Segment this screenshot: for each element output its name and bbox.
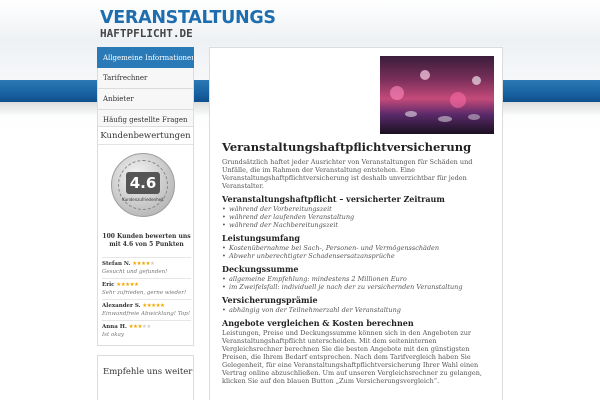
list-item: während der Nachbereitungszeit <box>222 221 494 229</box>
list-item: allgemeine Empfehlung: mindestens 2 Mill… <box>222 275 494 283</box>
seal-score: 4.6 <box>126 172 160 194</box>
review-item: Eric ★★★★★ Sehr zufrieden, gerne wieder! <box>102 278 191 297</box>
section-heading: Veranstaltungshaftpflicht – versicherter… <box>222 194 445 204</box>
review-stars: ★★★★★ <box>116 282 139 288</box>
seal-text: Kundenzufriedenheit <box>122 197 164 202</box>
review-item: Alexander S. ★★★★★ Einwandfreie Abwicklu… <box>102 299 191 318</box>
review-quote: Gesucht und gefunden! <box>102 269 168 275</box>
logo-line-2: HAFTPFLICHT.DE <box>100 27 193 40</box>
recommend-title: Empfehle uns weiter <box>103 367 193 377</box>
review-stars: ★★★★★ <box>132 261 155 267</box>
section-heading: Deckungssumme <box>222 264 299 274</box>
nav-item-allgemeine-informationen[interactable]: Allgemeine Informationen <box>97 47 194 68</box>
page-title: Veranstaltungshaftpflichtversicherung <box>222 140 472 154</box>
section-heading: Leistungsumfang <box>222 233 300 243</box>
review-item: Stefan N. ★★★★★ Gesucht und gefunden! <box>102 257 191 276</box>
list-item: Abwehr unberechtigter Schadensersatzansp… <box>222 252 494 260</box>
list-item: abhängig von der Teilnehmerzahl der Vera… <box>222 306 494 314</box>
section-heading: Angebote vergleichen & Kosten berechnen <box>222 318 414 328</box>
star-icon: ★ <box>149 261 155 267</box>
section-list: während der Vorbereitungszeit während de… <box>222 205 494 229</box>
reviews-box: Kundenbewertungen 4.6 Kundenzufriedenhei… <box>97 126 194 346</box>
review-quote: Einwandfreie Abwicklung! Top! <box>102 311 191 317</box>
comparison-paragraph: Leistungen, Preise und Deckungssumme kön… <box>222 329 483 385</box>
recommend-box: Empfehle uns weiter <box>97 355 194 400</box>
section-heading: Versicherungsprämie <box>222 295 318 305</box>
reviews-title: Kundenbewertungen <box>98 127 193 145</box>
review-stars: ★★★★★ <box>129 324 152 330</box>
sidebar-nav: Allgemeine Informationen Tarifrechner An… <box>97 47 194 131</box>
rating-seal-icon: 4.6 Kundenzufriedenheit <box>111 153 175 217</box>
section-list: abhängig von der Teilnehmerzahl der Vera… <box>222 306 494 314</box>
review-stars: ★★★★★ <box>142 303 165 309</box>
section-list: allgemeine Empfehlung: mindestens 2 Mill… <box>222 275 494 291</box>
review-name: Eric <box>102 282 115 288</box>
list-item: während der laufenden Veranstaltung <box>222 213 494 221</box>
review-name: Anna H. <box>102 324 127 330</box>
star-icon: ★ <box>134 282 139 288</box>
review-quote: Sehr zufrieden, gerne wieder! <box>102 290 187 296</box>
event-dancefloor-image <box>380 56 494 134</box>
star-icon: ★ <box>146 324 151 330</box>
rating-summary: 100 Kunden bewerten uns mit 4.6 von 5 Pu… <box>102 233 191 248</box>
review-item: Anna H. ★★★★★ Ist okay <box>102 320 191 339</box>
site-logo[interactable]: VERANSTALTUNGS HAFTPFLICHT.DE <box>100 8 276 40</box>
section-list: Kostenübernahme bei Sach-, Personen- und… <box>222 244 494 260</box>
nav-item-anbieter[interactable]: Anbieter <box>97 89 194 110</box>
intro-paragraph: Grundsätzlich haftet jeder Ausrichter vo… <box>222 158 473 190</box>
review-quote: Ist okay <box>102 332 124 338</box>
star-icon: ★ <box>160 303 165 309</box>
list-item: während der Vorbereitungszeit <box>222 205 494 213</box>
review-name: Alexander S. <box>102 303 141 309</box>
review-name: Stefan N. <box>102 261 131 267</box>
list-item: im Zweifelsfall: individuell je nach der… <box>222 283 494 291</box>
list-item: Kostenübernahme bei Sach-, Personen- und… <box>222 244 494 252</box>
logo-line-1: VERANSTALTUNGS <box>100 8 276 28</box>
nav-item-tarifrechner[interactable]: Tarifrechner <box>97 68 194 89</box>
article: Veranstaltungshaftpflichtversicherung Gr… <box>222 140 494 385</box>
main-content-panel: Veranstaltungshaftpflichtversicherung Gr… <box>209 47 503 400</box>
